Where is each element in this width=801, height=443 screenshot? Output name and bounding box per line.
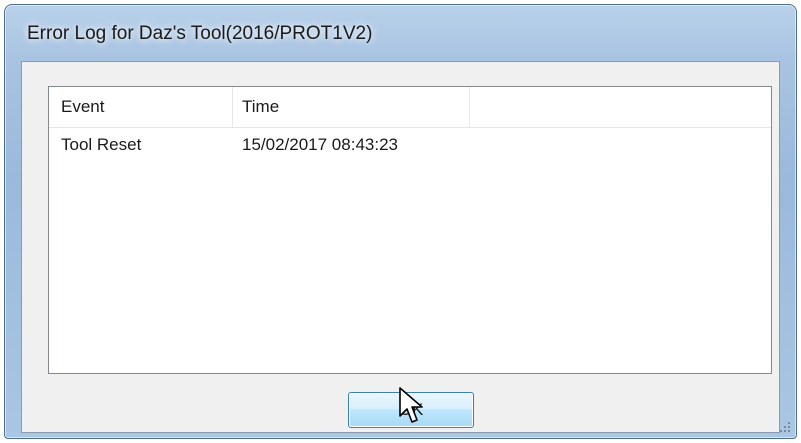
time-cell: 15/02/2017 08:43:23 bbox=[242, 135, 398, 154]
error-log-dialog: Error Log for Daz's Tool(2016/PROT1V2) E… bbox=[4, 4, 797, 439]
column-header-time[interactable]: Time bbox=[242, 97, 279, 117]
dialog-client-area: Event Time Tool Reset 15/02/2017 08:43:2… bbox=[21, 61, 780, 433]
list-row[interactable]: Tool Reset 15/02/2017 08:43:23 bbox=[49, 131, 771, 161]
title-bar[interactable]: Error Log for Daz's Tool(2016/PROT1V2) bbox=[5, 5, 796, 61]
event-cell: Tool Reset bbox=[61, 135, 142, 154]
column-separator[interactable] bbox=[469, 87, 470, 127]
list-header: Event Time bbox=[49, 87, 771, 128]
resize-grip-icon[interactable] bbox=[778, 420, 792, 434]
column-separator[interactable] bbox=[232, 87, 233, 127]
column-header-event[interactable]: Event bbox=[61, 97, 104, 117]
mouse-pointer-icon bbox=[399, 387, 423, 423]
error-log-list[interactable]: Event Time Tool Reset 15/02/2017 08:43:2… bbox=[48, 86, 772, 374]
dialog-title: Error Log for Daz's Tool(2016/PROT1V2) bbox=[27, 23, 373, 44]
